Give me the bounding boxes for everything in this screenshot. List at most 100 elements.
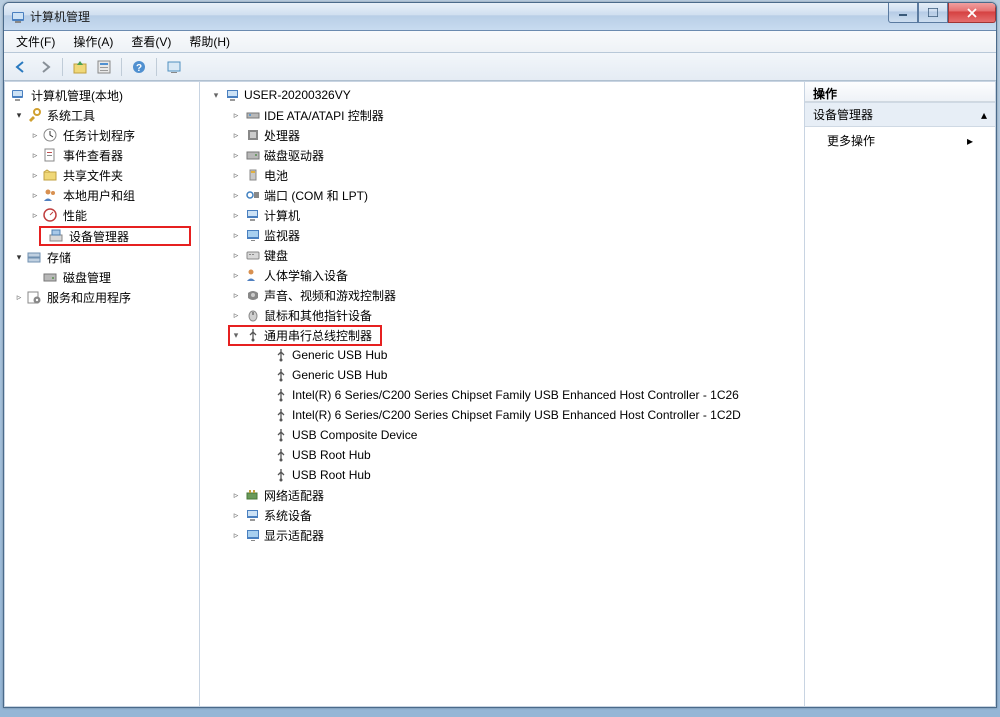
tree-shared-folders[interactable]: ▹ 共享文件夹	[7, 165, 197, 185]
users-icon	[42, 187, 58, 203]
spacer	[29, 271, 41, 283]
usb-device[interactable]: USB Root Hub	[208, 445, 802, 465]
tree-task-scheduler[interactable]: ▹ 任务计划程序	[7, 125, 197, 145]
device-category[interactable]: ▹键盘	[208, 245, 802, 265]
tree-root-local[interactable]: 计算机管理(本地)	[7, 85, 197, 105]
tree-services[interactable]: ▹ 服务和应用程序	[7, 287, 197, 307]
device-label: IDE ATA/ATAPI 控制器	[264, 107, 384, 124]
collapse-arrow-icon[interactable]: ▴	[981, 108, 987, 122]
device-category[interactable]: ▹声音、视频和游戏控制器	[208, 285, 802, 305]
device-category[interactable]: ▹磁盘驱动器	[208, 145, 802, 165]
tree-local-users[interactable]: ▹ 本地用户和组	[7, 185, 197, 205]
services-icon	[26, 289, 42, 305]
device-label: 计算机	[264, 207, 300, 224]
expand-arrow-icon[interactable]: ▹	[230, 269, 242, 281]
device-category[interactable]: ▹监视器	[208, 225, 802, 245]
maximize-button[interactable]	[918, 3, 948, 23]
expand-arrow-icon[interactable]: ▹	[230, 509, 242, 521]
device-category[interactable]: ▹ 计算机	[208, 205, 802, 225]
content-area: 计算机管理(本地) ▾ 系统工具 ▹ 任务计划程序 ▹ 事件查看器 ▹ 共享文件…	[4, 81, 996, 707]
usb-device[interactable]: Generic USB Hub	[208, 345, 802, 365]
computer-icon	[225, 87, 241, 103]
window-title: 计算机管理	[30, 8, 90, 25]
expand-arrow-icon[interactable]: ▹	[230, 149, 242, 161]
help-button[interactable]: ?	[128, 56, 150, 78]
expand-arrow-icon[interactable]: ▹	[230, 229, 242, 241]
menu-help[interactable]: 帮助(H)	[181, 31, 238, 52]
device-category[interactable]: ▹系统设备	[208, 505, 802, 525]
device-category[interactable]: ▹ 人体学输入设备	[208, 265, 802, 285]
close-button[interactable]	[948, 3, 996, 23]
device-label: USER-20200326VY	[244, 88, 351, 102]
chevron-right-icon: ▸	[967, 134, 973, 148]
expand-arrow-icon[interactable]: ▾	[13, 109, 25, 121]
tree-event-viewer[interactable]: ▹ 事件查看器	[7, 145, 197, 165]
expand-arrow-icon[interactable]: ▾	[13, 251, 25, 263]
category-icon	[245, 527, 261, 543]
usb-device[interactable]: Intel(R) 6 Series/C200 Series Chipset Fa…	[208, 385, 802, 405]
usb-device[interactable]: Intel(R) 6 Series/C200 Series Chipset Fa…	[208, 405, 802, 425]
actions-section[interactable]: 设备管理器 ▴	[805, 102, 995, 127]
more-actions[interactable]: 更多操作 ▸	[805, 127, 995, 154]
expand-arrow-icon[interactable]: ▾	[210, 89, 222, 101]
expand-arrow-icon[interactable]: ▹	[230, 189, 242, 201]
expand-arrow-icon[interactable]: ▹	[13, 291, 25, 303]
forward-button[interactable]	[34, 56, 56, 78]
device-category[interactable]: ▹网络适配器	[208, 485, 802, 505]
tree-disk-mgmt[interactable]: 磁盘管理	[7, 267, 197, 287]
expand-arrow-icon[interactable]: ▹	[230, 169, 242, 181]
usb-device-icon	[273, 367, 289, 383]
expand-arrow-icon[interactable]: ▹	[29, 209, 41, 221]
expand-arrow-icon[interactable]: ▹	[29, 169, 41, 181]
expand-arrow-icon[interactable]: ▹	[230, 529, 242, 541]
device-category[interactable]: ▹鼠标和其他指针设备	[208, 305, 802, 325]
computer-icon	[10, 87, 26, 103]
device-category[interactable]: ▹ IDE ATA/ATAPI 控制器	[208, 105, 802, 125]
tree-device-manager[interactable]: 设备管理器	[39, 226, 191, 246]
usb-device-icon	[273, 407, 289, 423]
menu-action[interactable]: 操作(A)	[65, 31, 121, 52]
expand-arrow-icon[interactable]: ▹	[230, 289, 242, 301]
category-icon	[245, 127, 261, 143]
tree-storage[interactable]: ▾ 存储	[7, 247, 197, 267]
menu-view[interactable]: 查看(V)	[123, 31, 179, 52]
expand-arrow-icon[interactable]: ▹	[230, 249, 242, 261]
expand-arrow-icon[interactable]: ▹	[230, 309, 242, 321]
expand-arrow-icon[interactable]: ▹	[230, 489, 242, 501]
up-button[interactable]	[69, 56, 91, 78]
expand-arrow-icon[interactable]: ▾	[230, 329, 242, 341]
tree-performance[interactable]: ▹ 性能	[7, 205, 197, 225]
view-devices-button[interactable]	[163, 56, 185, 78]
device-label: 人体学输入设备	[264, 267, 348, 284]
left-nav-tree: 计算机管理(本地) ▾ 系统工具 ▹ 任务计划程序 ▹ 事件查看器 ▹ 共享文件…	[5, 82, 200, 706]
menu-file[interactable]: 文件(F)	[8, 31, 63, 52]
svg-text:?: ?	[136, 63, 142, 74]
expand-arrow-icon[interactable]: ▹	[29, 129, 41, 141]
properties-button[interactable]	[93, 56, 115, 78]
tree-label: 系统工具	[45, 106, 97, 125]
expand-arrow-icon[interactable]: ▹	[29, 149, 41, 161]
usb-device[interactable]: Generic USB Hub	[208, 365, 802, 385]
device-category[interactable]: ▹显示适配器	[208, 525, 802, 545]
expand-arrow-icon[interactable]: ▹	[230, 129, 242, 141]
device-category-usb[interactable]: ▾ 通用串行总线控制器	[208, 325, 802, 345]
minimize-button[interactable]	[888, 3, 918, 23]
device-category[interactable]: ▹处理器	[208, 125, 802, 145]
device-root[interactable]: ▾ USER-20200326VY	[208, 85, 802, 105]
tree-label: 共享文件夹	[61, 166, 125, 185]
device-category[interactable]: ▹电池	[208, 165, 802, 185]
usb-device[interactable]: USB Root Hub	[208, 465, 802, 485]
usb-device-icon	[273, 447, 289, 463]
device-label: USB Root Hub	[292, 448, 371, 462]
titlebar: 计算机管理	[4, 3, 996, 31]
tree-label: 本地用户和组	[61, 186, 137, 205]
expand-arrow-icon[interactable]: ▹	[230, 109, 242, 121]
back-button[interactable]	[10, 56, 32, 78]
expand-arrow-icon[interactable]: ▹	[29, 189, 41, 201]
menubar: 文件(F) 操作(A) 查看(V) 帮助(H)	[4, 31, 996, 53]
usb-device[interactable]: USB Composite Device	[208, 425, 802, 445]
expand-arrow-icon[interactable]: ▹	[230, 209, 242, 221]
usb-icon	[245, 327, 261, 343]
tree-systools[interactable]: ▾ 系统工具	[7, 105, 197, 125]
device-category[interactable]: ▹端口 (COM 和 LPT)	[208, 185, 802, 205]
